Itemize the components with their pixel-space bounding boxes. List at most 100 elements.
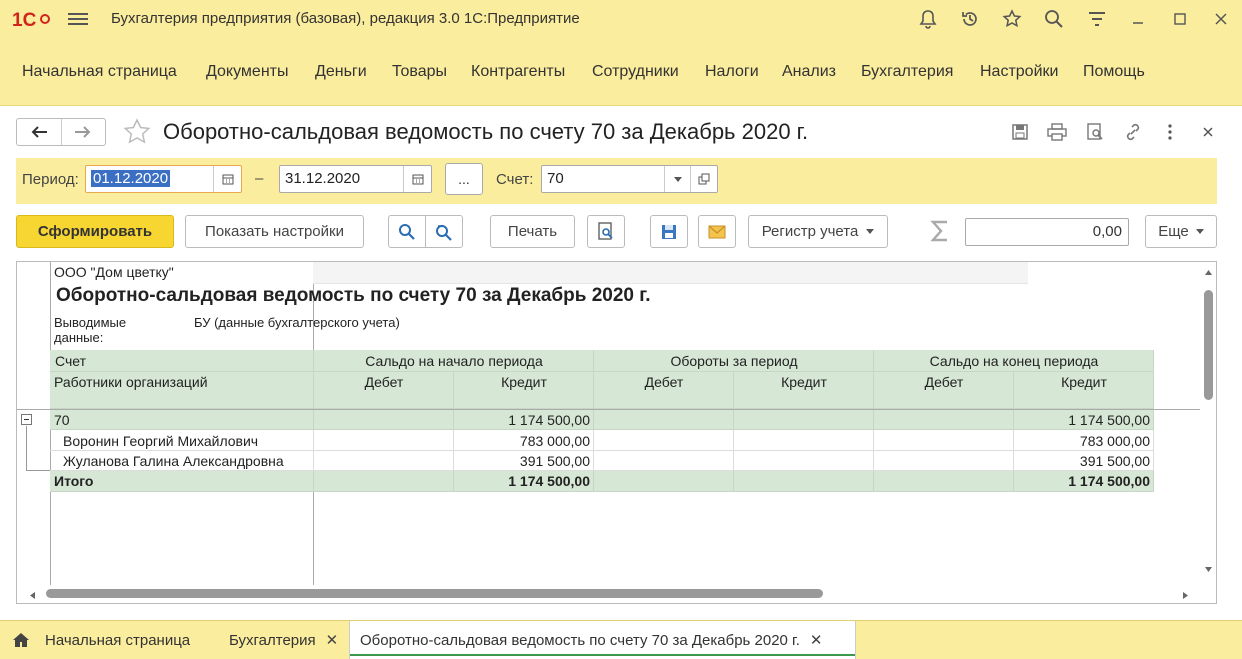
favorites-star-icon[interactable]	[999, 7, 1025, 31]
tab-home-label: Начальная страница	[45, 631, 191, 649]
find-next-button[interactable]	[425, 215, 463, 248]
header-end-debit-label: Дебет	[924, 374, 964, 390]
tab-home[interactable]: Начальная страница	[12, 621, 190, 659]
scroll-down-icon[interactable]	[1205, 567, 1212, 572]
filter-menu-icon[interactable]	[1084, 7, 1110, 31]
horizontal-scrollbar[interactable]	[17, 585, 1200, 603]
tree-line	[26, 470, 50, 471]
header-employees-label: Работники организаций	[54, 374, 208, 390]
report-spreadsheet[interactable]: ООО "Дом цветку" Оборотно-сальдовая ведо…	[16, 261, 1217, 604]
more-vertical-icon[interactable]	[1158, 120, 1182, 144]
find-button[interactable]	[388, 215, 426, 248]
period-select-button[interactable]: ...	[445, 163, 483, 195]
row-1-start-credit: 783 000,00	[519, 433, 590, 449]
save-report-button[interactable]	[650, 215, 688, 248]
minimize-icon[interactable]	[1125, 7, 1151, 31]
row-employee-1: Воронин Георгий Михайлович	[63, 433, 259, 449]
show-settings-button[interactable]: Показать настройки	[185, 215, 364, 248]
dropdown-arrow-icon[interactable]	[664, 166, 690, 192]
print-icon[interactable]	[1045, 120, 1069, 144]
print-preview-button[interactable]	[587, 215, 625, 248]
generate-button[interactable]: Сформировать	[16, 215, 174, 248]
section-documents[interactable]: Документы	[206, 63, 288, 81]
app-title: Бухгалтерия предприятия (базовая), редак…	[111, 10, 580, 27]
table-cell	[594, 430, 734, 451]
vertical-scroll-thumb[interactable]	[1204, 290, 1213, 400]
tab-report[interactable]: Оборотно-сальдовая ведомость по счету 70…	[349, 621, 856, 659]
add-favorite-star-icon[interactable]	[122, 117, 152, 150]
forward-arrow-icon[interactable]	[62, 119, 106, 145]
total-end-credit: 1 174 500,00	[1068, 473, 1150, 489]
table-cell	[594, 451, 734, 471]
org-name: ООО "Дом цветку"	[54, 264, 174, 280]
section-help[interactable]: Помощь	[1083, 63, 1145, 81]
horizontal-scroll-thumb[interactable]	[46, 589, 823, 598]
header-start-credit-label: Кредит	[501, 374, 547, 390]
open-account-icon[interactable]	[690, 166, 717, 192]
output-value: БУ (данные бухгалтерского учета)	[194, 315, 400, 330]
table-cell	[734, 451, 874, 471]
section-taxes[interactable]: Налоги	[705, 63, 759, 81]
row-account-70: 70	[54, 412, 70, 428]
scroll-up-icon[interactable]	[1205, 270, 1212, 275]
print-button[interactable]: Печать	[490, 215, 575, 248]
header-account-label: Счет	[55, 353, 86, 369]
envelope-icon	[708, 225, 726, 238]
find-icon	[399, 223, 415, 240]
send-email-button[interactable]	[698, 215, 736, 248]
notifications-bell-icon[interactable]	[915, 7, 941, 31]
account-value: 70	[547, 170, 564, 187]
section-counterparties[interactable]: Контрагенты	[471, 63, 565, 81]
search-icon[interactable]	[1041, 7, 1067, 31]
save-icon	[662, 224, 676, 239]
collapse-group-icon[interactable]	[21, 414, 32, 425]
save-icon[interactable]	[1008, 120, 1032, 144]
row-2-start-credit: 391 500,00	[519, 453, 590, 469]
history-icon[interactable]	[957, 7, 983, 31]
section-goods[interactable]: Товары	[392, 63, 447, 81]
table-cell	[874, 451, 1014, 471]
form-title: Оборотно-сальдовая ведомость по счету 70…	[163, 119, 809, 144]
account-field[interactable]: 70	[541, 165, 718, 193]
main-menu-icon[interactable]	[68, 10, 88, 28]
table-cell	[314, 410, 454, 430]
logo-1c-icon: 1С	[12, 10, 50, 29]
period-from-field[interactable]: 01.12.2020	[85, 165, 242, 193]
calendar-icon[interactable]	[213, 166, 241, 192]
account-label: Счет:	[496, 171, 534, 188]
calendar-icon[interactable]	[403, 166, 431, 192]
close-tab-icon[interactable]: ✕	[326, 631, 339, 649]
tab-accounting-label: Бухгалтерия	[229, 631, 316, 649]
scroll-left-icon[interactable]	[30, 592, 35, 599]
header-start-debit-label: Дебет	[364, 374, 404, 390]
close-form-icon[interactable]	[1196, 120, 1220, 144]
table-cell	[874, 430, 1014, 451]
tab-accounting[interactable]: Бухгалтерия ✕	[229, 621, 338, 659]
section-employees[interactable]: Сотрудники	[592, 63, 679, 81]
close-window-icon[interactable]	[1208, 7, 1234, 31]
section-money[interactable]: Деньги	[315, 63, 367, 81]
maximize-icon[interactable]	[1167, 7, 1193, 31]
section-settings[interactable]: Настройки	[980, 63, 1058, 81]
tree-line	[26, 426, 27, 470]
preview-icon[interactable]	[1083, 120, 1107, 144]
link-icon[interactable]	[1121, 120, 1145, 144]
section-analysis[interactable]: Анализ	[782, 63, 836, 81]
table-cell	[734, 410, 874, 430]
sum-sigma-icon	[930, 220, 950, 245]
row-0-end-credit: 1 174 500,00	[1068, 412, 1150, 428]
table-cell	[874, 410, 1014, 430]
back-arrow-icon[interactable]	[17, 119, 62, 145]
more-label: Еще	[1158, 223, 1189, 240]
register-button[interactable]: Регистр учета	[748, 215, 888, 248]
section-home[interactable]: Начальная страница	[22, 63, 177, 81]
period-to-field[interactable]: 31.12.2020	[279, 165, 432, 193]
vertical-scrollbar[interactable]	[1200, 262, 1216, 585]
section-accounting[interactable]: Бухгалтерия	[861, 63, 953, 81]
header-start-label: Сальдо на начало периода	[365, 353, 543, 369]
more-button[interactable]: Еще	[1145, 215, 1217, 248]
row-0-start-credit: 1 174 500,00	[508, 412, 590, 428]
scroll-right-icon[interactable]	[1183, 592, 1188, 599]
close-tab-icon[interactable]: ✕	[810, 631, 823, 649]
period-to-value: 31.12.2020	[285, 170, 361, 187]
